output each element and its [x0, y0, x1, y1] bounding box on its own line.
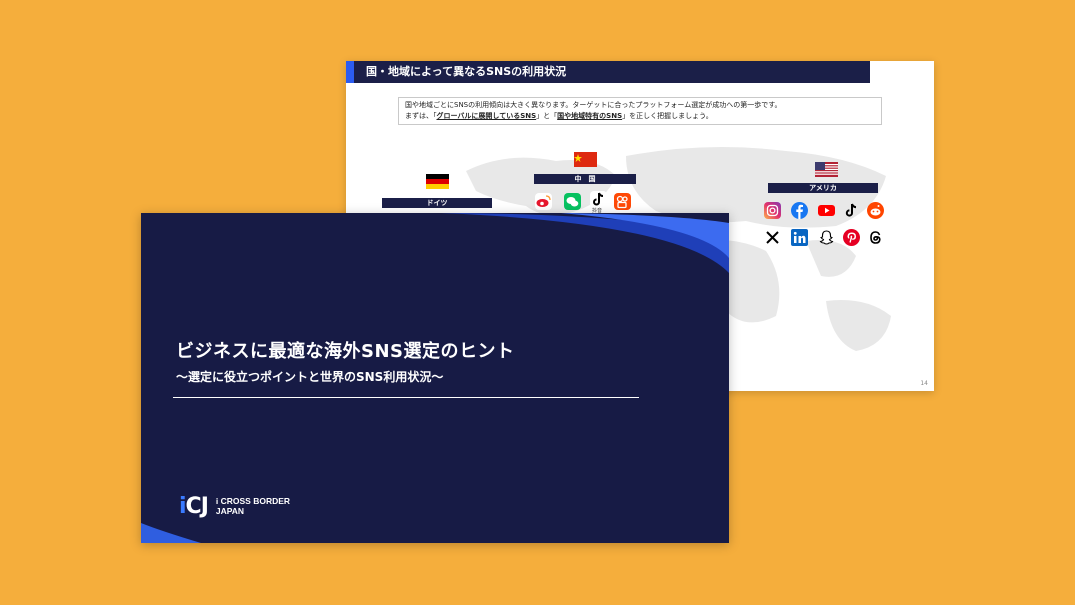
global-sns-link: グローバルに展開しているSNS	[436, 112, 537, 120]
intro-line-2: まずは、「グローバルに展開しているSNS」と「国や地域特有のSNS」を正しく把握…	[405, 111, 875, 122]
youtube-icon	[818, 202, 835, 219]
presentation-title: ビジネスに最適な海外SNS選定のヒント	[176, 341, 515, 362]
douyin-icon	[590, 191, 607, 208]
logo-line-2: JAPAN	[215, 506, 245, 516]
local-sns-link: 国や地域特有のSNS	[557, 112, 623, 120]
germany-flag-icon	[426, 174, 449, 189]
icj-logo: iCJ i CROSS BORDER JAPAN	[179, 493, 290, 519]
intro-text: まずは、「	[405, 112, 437, 120]
pinterest-icon	[843, 229, 860, 246]
snapchat-icon	[818, 229, 835, 246]
logo-mark-cj: CJ	[185, 493, 209, 519]
wechat-icon	[564, 193, 581, 210]
intro-text: 」と「	[536, 112, 558, 120]
linkedin-icon	[791, 229, 808, 246]
instagram-icon	[764, 202, 781, 219]
country-label-germany: ドイツ	[382, 198, 492, 208]
country-label-usa: アメリカ	[768, 183, 878, 193]
facebook-icon	[791, 202, 808, 219]
country-label-china: 中 国	[534, 174, 636, 184]
page-number: 14	[920, 380, 928, 387]
intro-box: 国や地域ごとにSNSの利用傾向は大きく異なります。ターゲットに合ったプラットフォ…	[398, 97, 882, 125]
weibo-icon	[535, 193, 552, 210]
china-flag-icon	[574, 152, 597, 167]
intro-text: 」を正しく把握しましょう。	[622, 112, 713, 120]
kuaishou-icon	[614, 193, 631, 210]
reddit-icon	[867, 202, 884, 219]
title-divider	[173, 397, 639, 398]
intro-line-1: 国や地域ごとにSNSの利用傾向は大きく異なります。ターゲットに合ったプラットフォ…	[405, 101, 782, 109]
slide-header: 国・地域によって異なるSNSの利用状況	[346, 61, 870, 83]
logo-mark: iCJ	[179, 493, 209, 519]
threads-icon	[867, 229, 884, 246]
front-slide: ビジネスに最適な海外SNS選定のヒント 〜選定に役立つポイントと世界のSNS利用…	[141, 213, 729, 543]
logo-line-1: i CROSS BORDER	[215, 496, 291, 506]
x-icon	[764, 229, 781, 246]
presentation-subtitle: 〜選定に役立つポイントと世界のSNS利用状況〜	[176, 370, 444, 384]
logo-text: i CROSS BORDER JAPAN	[216, 496, 290, 516]
tiktok-icon	[843, 202, 860, 219]
usa-flag-icon	[815, 162, 838, 177]
